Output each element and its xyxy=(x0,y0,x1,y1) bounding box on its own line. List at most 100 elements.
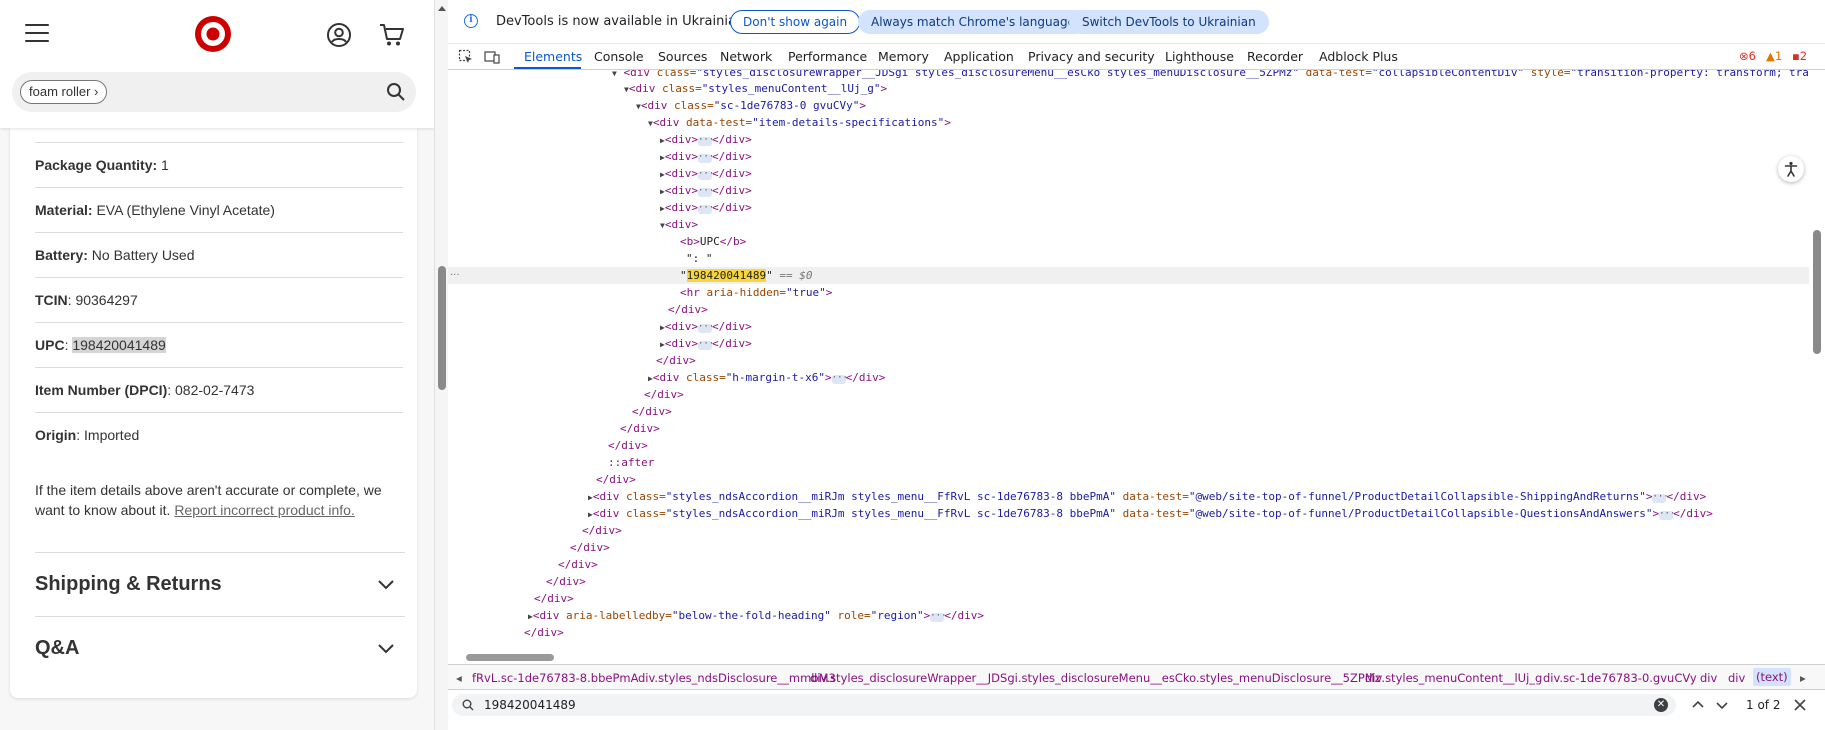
account-icon[interactable] xyxy=(326,22,352,48)
dom-node-collapsed[interactable]: ▶<div>···</div> xyxy=(660,165,752,182)
dom-node[interactable]: ▼<div data-test="item-details-specificat… xyxy=(648,114,951,131)
dom-node-collapsed[interactable]: ▶<div>···</div> xyxy=(660,335,752,352)
dom-node-collapsed[interactable]: ▶<div>···</div> xyxy=(660,318,752,335)
dom-close-tag[interactable]: </div> xyxy=(570,539,610,556)
breadcrumb-scroll-right-icon[interactable]: ▸ xyxy=(1800,671,1806,685)
dom-node-collapsed[interactable]: ▶<div>···</div> xyxy=(660,131,752,148)
ellipsis-icon[interactable]: ··· xyxy=(697,170,714,180)
ellipsis-icon[interactable]: ··· xyxy=(697,153,714,163)
dom-node[interactable]: <b>UPC</b> xyxy=(680,233,746,250)
more-options-icon[interactable]: ··· xyxy=(450,267,460,284)
ellipsis-icon[interactable]: ··· xyxy=(1652,493,1669,503)
spec-row-upc: UPC: 198420041489 xyxy=(35,322,403,367)
dom-close-tag[interactable]: </div> xyxy=(632,403,672,420)
ellipsis-icon[interactable]: ··· xyxy=(1659,510,1675,520)
scrollbar-thumb[interactable] xyxy=(438,266,446,390)
tab-console[interactable]: Console xyxy=(594,49,644,64)
inspect-element-icon[interactable] xyxy=(458,49,474,65)
breadcrumb-item[interactable]: div.sc-1de76783-0.gvuCVy xyxy=(1543,671,1697,685)
accordion-shipping-returns[interactable]: Shipping & Returns xyxy=(35,552,405,616)
tab-recorder[interactable]: Recorder xyxy=(1247,49,1303,64)
tab-network[interactable]: Network xyxy=(720,49,772,64)
ellipsis-icon[interactable]: ··· xyxy=(697,340,714,350)
breadcrumb-item[interactable]: div.styles_ndsDisclosure__mmbM3 xyxy=(638,671,836,685)
ellipsis-icon[interactable]: ··· xyxy=(697,187,714,197)
report-incorrect-link[interactable]: Report incorrect product info. xyxy=(174,502,355,518)
dom-node-collapsed[interactable]: ▶<div>···</div> xyxy=(660,148,752,165)
dom-text-node[interactable]: ": " xyxy=(686,250,713,267)
accessibility-tree-button[interactable] xyxy=(1778,156,1804,182)
dom-tree[interactable]: ▼ <div class="styles_disclosureWrapper__… xyxy=(448,70,1809,650)
dom-node-collapsed[interactable]: ▶<div aria-labelledby="below-the-fold-he… xyxy=(528,607,984,624)
tab-elements[interactable]: Elements xyxy=(524,49,582,64)
ellipsis-icon[interactable]: ··· xyxy=(697,204,714,214)
dom-node-collapsed[interactable]: ▶<div class="h-margin-t-x6">···</div> xyxy=(648,369,885,386)
dom-node[interactable]: ▼<div> xyxy=(660,216,698,233)
tab-privacy-security[interactable]: Privacy and security xyxy=(1028,49,1155,64)
dom-close-tag[interactable]: </div> xyxy=(582,522,622,539)
dom-node-collapsed[interactable]: ▶<div class="styles_ndsAccordion__miRJm … xyxy=(588,505,1713,522)
tab-lighthouse[interactable]: Lighthouse xyxy=(1165,49,1234,64)
ellipsis-icon[interactable]: ··· xyxy=(930,612,947,622)
cart-icon[interactable] xyxy=(378,22,406,48)
dom-close-tag[interactable]: </div> xyxy=(644,386,684,403)
dom-node[interactable]: <hr aria-hidden="true"> xyxy=(680,284,832,301)
breadcrumb-item[interactable]: div xyxy=(1728,671,1745,685)
dom-close-tag[interactable]: </div> xyxy=(656,352,696,369)
warning-count-badge[interactable]: ▲1 xyxy=(1766,49,1782,63)
scroll-up-arrow-icon[interactable] xyxy=(438,6,446,11)
scrollbar-thumb[interactable] xyxy=(466,654,554,661)
ellipsis-icon[interactable]: ··· xyxy=(831,374,848,384)
search-icon[interactable] xyxy=(386,82,406,102)
dom-node[interactable]: ▼<div class="styles_menuContent__lUj_g"> xyxy=(624,80,887,97)
clear-search-icon[interactable]: ✕ xyxy=(1654,698,1668,712)
error-count-badge[interactable]: ⊗6 xyxy=(1739,49,1756,63)
dont-show-again-button[interactable]: Don't show again xyxy=(730,10,861,34)
dom-close-tag[interactable]: </div> xyxy=(608,437,648,454)
dom-close-tag[interactable]: </div> xyxy=(558,556,598,573)
accordion-qa[interactable]: Q&A xyxy=(35,616,405,680)
dom-tree-horizontal-scrollbar[interactable] xyxy=(448,650,1809,664)
close-icon[interactable] xyxy=(1792,697,1808,713)
dom-close-tag[interactable]: </div> xyxy=(524,624,564,641)
menu-icon[interactable] xyxy=(25,24,49,44)
page-scrollbar[interactable] xyxy=(434,0,448,730)
search-bar[interactable]: foam roller › xyxy=(12,72,416,112)
dom-tree-scrollbar[interactable] xyxy=(1809,70,1825,650)
tab-performance[interactable]: Performance xyxy=(788,49,867,64)
dom-node-collapsed[interactable]: ▶<div>···</div> xyxy=(660,199,752,216)
dom-close-tag[interactable]: </div> xyxy=(668,301,708,318)
dom-close-tag[interactable]: </div> xyxy=(546,573,586,590)
dom-attr-value: "transition-property: transform; tra xyxy=(1570,70,1809,79)
dom-close-tag[interactable]: </div> xyxy=(596,471,636,488)
switch-devtools-language-button[interactable]: Switch DevTools to Ukrainian xyxy=(1069,10,1269,34)
ellipsis-icon[interactable]: ··· xyxy=(697,136,714,146)
dom-node[interactable]: ▼<div class="sc-1de76783-0 gvuCVy"> xyxy=(636,97,866,114)
breadcrumb-item[interactable]: fRvL.sc-1de76783-8.bbePmA xyxy=(472,671,638,685)
search-chip[interactable]: foam roller › xyxy=(20,80,108,104)
device-toolbar-icon[interactable] xyxy=(484,49,500,65)
dom-selected-node[interactable]: ··· "198420041489" == $0 xyxy=(448,267,1809,284)
dom-close-tag[interactable]: </div> xyxy=(534,590,574,607)
tab-application[interactable]: Application xyxy=(944,49,1014,64)
breadcrumb-item[interactable]: div xyxy=(1700,671,1717,685)
dom-node-collapsed[interactable]: ▶<div>···</div> xyxy=(660,182,752,199)
breadcrumb-item-active[interactable]: (text) xyxy=(1753,668,1791,686)
dom-pseudo-element[interactable]: ::after xyxy=(608,454,654,471)
breadcrumb-item[interactable]: div.styles_menuContent__lUj_g xyxy=(1365,671,1542,685)
issue-count-badge[interactable]: ▪2 xyxy=(1792,49,1807,63)
chevron-up-icon[interactable] xyxy=(1690,697,1706,713)
target-logo-icon[interactable] xyxy=(194,15,232,53)
ellipsis-icon[interactable]: ··· xyxy=(697,323,714,333)
scrollbar-thumb[interactable] xyxy=(1813,230,1821,354)
dom-close-tag[interactable]: </div> xyxy=(620,420,660,437)
dom-node-collapsed[interactable]: ▶<div class="styles_ndsAccordion__miRJm … xyxy=(588,488,1706,505)
find-input[interactable]: 198420041489 ✕ xyxy=(452,694,1676,716)
tab-sources[interactable]: Sources xyxy=(658,49,707,64)
always-match-language-button[interactable]: Always match Chrome's language xyxy=(858,10,1088,34)
breadcrumb-item[interactable]: div.styles_disclosureWrapper__JDSgi.styl… xyxy=(810,671,1381,685)
chevron-down-icon[interactable] xyxy=(1714,697,1730,713)
breadcrumb-scroll-left-icon[interactable]: ◂ xyxy=(456,671,462,685)
tab-adblock-plus[interactable]: Adblock Plus xyxy=(1319,49,1398,64)
tab-memory[interactable]: Memory xyxy=(878,49,929,64)
